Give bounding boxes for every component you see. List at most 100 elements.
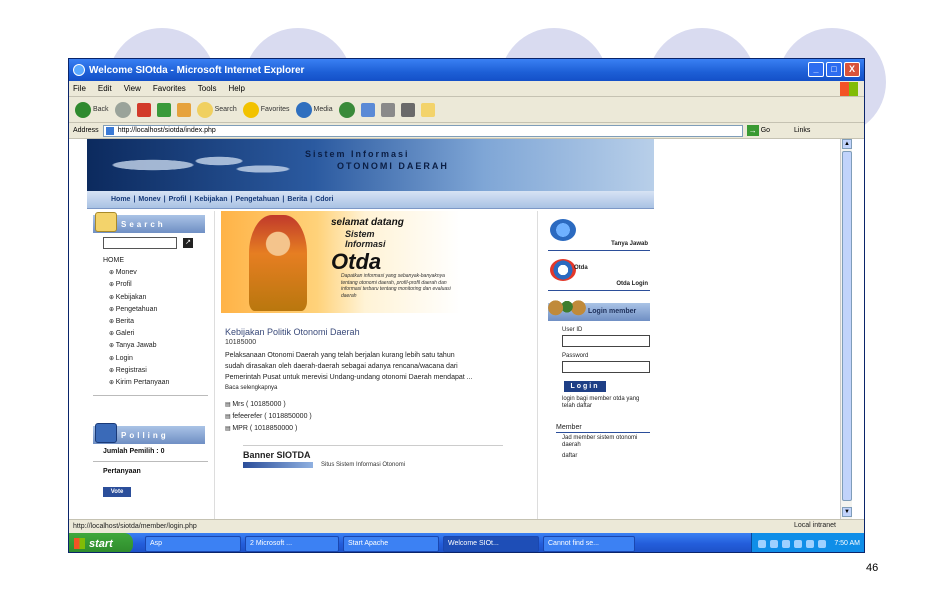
tanya-jawab-link[interactable]: Tanya Jawab [548,217,650,251]
address-input[interactable]: http://localhost/siotda/index.php [102,124,743,137]
tray-icon[interactable] [818,539,827,548]
close-button[interactable]: X [844,62,860,77]
side-menu-item[interactable]: Login [103,353,214,365]
scroll-up-icon[interactable]: ▲ [842,139,852,149]
tray-icon[interactable] [770,539,779,548]
taskbar-item[interactable]: Start Apache [343,535,439,552]
login-button[interactable]: Login [564,381,606,392]
tray-icon[interactable] [794,539,803,548]
daftar-link[interactable]: daftar [562,453,654,460]
password-label: Password [562,353,589,359]
nav-cdori[interactable]: Cdori [315,196,333,203]
article-body: Pelaksanaan Otonomi Daerah yang telah be… [225,352,473,381]
refresh-button[interactable] [156,102,171,117]
otda-login-link[interactable]: Otda Otda Login [548,257,650,291]
tray-icon[interactable] [806,539,815,548]
menu-favorites[interactable]: Favorites [153,84,186,93]
nav-monev[interactable]: Monev [138,196,160,203]
star-icon [242,101,259,118]
otda-login-label: Otda Login [616,281,648,287]
news-link-list: Mrs ( 10185000 ) fefeerefer ( 1018850000… [225,399,531,435]
tray-icon[interactable] [782,539,791,548]
history-button[interactable] [338,101,355,118]
system-tray: 7:50 AM [751,533,864,552]
favorites-button[interactable]: Favorites [242,101,290,118]
scroll-thumb[interactable] [842,151,852,501]
menu-edit[interactable]: Edit [98,84,112,93]
window-title: Welcome SIOtda - Microsoft Internet Expl… [89,64,305,76]
user-id-field[interactable] [562,335,650,347]
menu-file[interactable]: File [73,84,86,93]
vertical-scrollbar[interactable]: ▲ ▼ [840,139,852,519]
folder-button[interactable] [420,102,435,117]
nav-profil[interactable]: Profil [169,196,187,203]
news-link[interactable]: fefeerefer ( 1018850000 ) [225,411,531,423]
nav-home[interactable]: Home [111,196,130,203]
side-menu-home[interactable]: HOME [103,255,214,267]
ie-icon [73,64,85,76]
security-zone: Local intranet [793,522,836,529]
login-member-title: Login member [588,308,637,315]
nav-kebijakan[interactable]: Kebijakan [194,196,227,203]
search-button[interactable]: Search [196,101,237,118]
read-more-link[interactable]: Baca selengkapnya [225,385,531,391]
back-button[interactable]: Back [75,101,109,118]
password-field[interactable] [562,361,650,373]
article-date: 10185000 [225,339,257,346]
taskbar-item[interactable]: 2 Microsoft ... [245,535,339,552]
welcome-line-3: Informasi [345,239,386,249]
divider [93,395,208,397]
menu-bar: File Edit View Favorites Tools Help [69,81,864,97]
taskbar-item[interactable]: Welcome SIOt... [443,535,539,552]
banner-line-1: Sistem Informasi [305,149,410,159]
links-button[interactable]: Links [794,127,810,134]
welcome-line-2: Sistem [345,229,375,239]
side-menu-item[interactable]: Registrasi [103,365,214,377]
taskbar-item[interactable]: Asp [145,535,241,552]
refresh-icon [156,102,171,117]
home-button[interactable] [176,102,191,117]
article-title[interactable]: Kebijakan Politik Otonomi Daerah [225,327,531,337]
site-search-go-button[interactable]: ↗ [183,238,193,248]
side-menu-item[interactable]: Galeri [103,328,214,340]
welcome-banner: selamat datang Sistem Informasi Otda Dap… [221,211,461,313]
stop-button[interactable] [136,102,151,117]
taskbar-item[interactable]: Cannot find se... [543,535,635,552]
minimize-button[interactable]: _ [808,62,824,77]
side-menu-item[interactable]: Pengetahuan [103,304,214,316]
go-label: Go [760,127,771,134]
menu-help[interactable]: Help [228,84,244,93]
side-menu-item[interactable]: Kirim Pertanyaan [103,377,214,389]
side-menu-item[interactable]: Profil [103,279,214,291]
maximize-button[interactable]: □ [826,62,842,77]
go-button[interactable]: → Go [746,125,771,136]
menu-tools[interactable]: Tools [198,84,217,93]
indonesia-map-image [87,145,307,185]
nav-pengetahuan[interactable]: Pengetahuan [235,196,279,203]
nav-berita[interactable]: Berita [287,196,307,203]
mail-button[interactable] [360,102,375,117]
vote-button[interactable]: Vote [103,487,131,498]
news-link[interactable]: Mrs ( 10185000 ) [225,399,531,411]
tray-icon[interactable] [758,539,767,548]
scroll-down-icon[interactable]: ▼ [842,507,852,517]
favorites-label: Favorites [260,106,290,113]
welcome-line-1: selamat datang [331,217,404,228]
status-bar: http://localhost/siotda/member/login.php… [69,519,864,533]
window-controls: _ □ X [808,62,860,77]
side-menu-item[interactable]: Monev [103,267,214,279]
menu-view[interactable]: View [124,84,141,93]
address-label: Address [73,127,99,134]
page-viewport: Sistem Informasi OTONOMI DAERAH Home | Mo… [69,139,864,519]
news-link[interactable]: MPR ( 1018850000 ) [225,423,531,435]
side-menu-item[interactable]: Tanya Jawab [103,340,214,352]
media-button[interactable]: Media [295,101,333,118]
siotda-banner-image[interactable] [243,462,313,468]
forward-button[interactable] [114,101,131,118]
side-menu-item[interactable]: Berita [103,316,214,328]
edit-button[interactable] [400,102,415,117]
start-button[interactable]: start [69,533,133,552]
site-search-input[interactable] [103,237,177,249]
side-menu-item[interactable]: Kebijakan [103,292,214,304]
print-button[interactable] [380,102,395,117]
